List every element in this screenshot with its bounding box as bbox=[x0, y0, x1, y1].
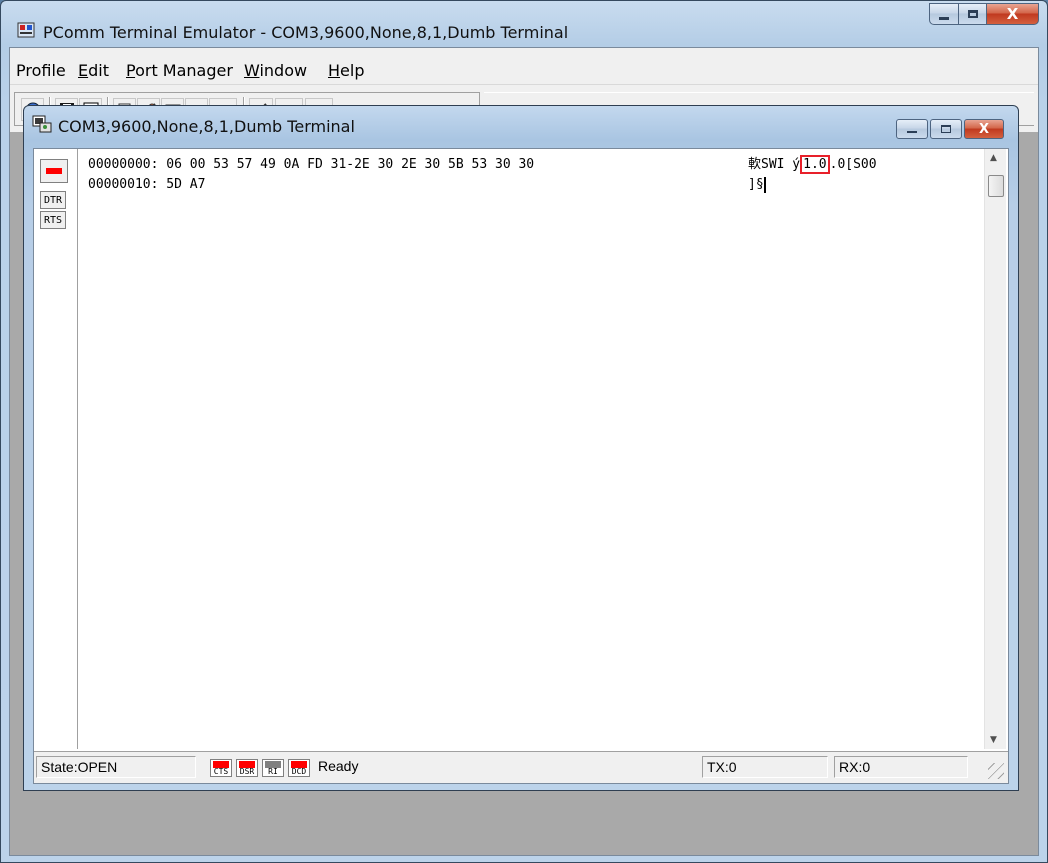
terminal-child-window: COM3,9600,None,8,1,Dumb Terminal X DTR R… bbox=[23, 105, 1019, 791]
terminal-window-icon bbox=[32, 115, 52, 133]
status-bar: State:OPEN CTS DSR RI DCD Ready TX:0 RX:… bbox=[34, 751, 1008, 783]
ascii-text: 軟SWI ý bbox=[748, 157, 801, 172]
app-title: PComm Terminal Emulator - COM3,9600,None… bbox=[43, 23, 569, 42]
minimize-icon bbox=[907, 131, 917, 133]
resize-grip-icon[interactable] bbox=[988, 763, 1004, 779]
ri-label: RI bbox=[268, 767, 278, 776]
maximize-icon bbox=[967, 10, 978, 18]
scrollbar-thumb[interactable] bbox=[988, 175, 1004, 197]
scroll-down-arrow-icon[interactable]: ▼ bbox=[990, 735, 997, 745]
dsr-indicator: DSR bbox=[236, 759, 258, 777]
dcd-indicator: DCD bbox=[288, 759, 310, 777]
close-icon: X bbox=[1006, 5, 1019, 23]
menu-edit[interactable]: Edit bbox=[78, 61, 109, 80]
minimize-icon bbox=[939, 16, 949, 20]
dcd-label: DCD bbox=[291, 767, 307, 776]
child-maximize-button[interactable] bbox=[930, 119, 962, 139]
cts-indicator: CTS bbox=[210, 759, 232, 777]
ascii-line-1: 軟SWI ý 1.0.0[S00 bbox=[748, 155, 877, 175]
child-window-controls: X bbox=[896, 119, 1004, 139]
pcomm-app-icon bbox=[17, 22, 35, 38]
menu-profile[interactable]: Profile bbox=[16, 61, 66, 80]
close-button[interactable]: X bbox=[987, 3, 1039, 25]
terminal-client: DTR RTS 00000000: 06 00 53 57 49 0A FD 3… bbox=[33, 148, 1009, 784]
menu-bar: Profile Edit Port Manager Window Help bbox=[10, 48, 1038, 85]
version-highlight: 1.0 bbox=[800, 155, 830, 174]
maximize-icon bbox=[941, 125, 951, 133]
menu-window[interactable]: Window bbox=[244, 61, 307, 80]
menu-port-manager[interactable]: Port Manager bbox=[126, 61, 233, 80]
state-panel: State:OPEN bbox=[36, 756, 196, 778]
terminal-output[interactable]: 00000000: 06 00 53 57 49 0A FD 31-2E 30 … bbox=[88, 155, 978, 747]
status-message: Ready bbox=[318, 758, 359, 774]
text-cursor bbox=[763, 176, 766, 193]
signal-sidebar: DTR RTS bbox=[34, 149, 78, 749]
hex-line-1: 00000000: 06 00 53 57 49 0A FD 31-2E 30 … bbox=[88, 157, 535, 172]
app-titlebar[interactable]: PComm Terminal Emulator - COM3,9600,None… bbox=[1, 1, 1047, 45]
app-window: PComm Terminal Emulator - COM3,9600,None… bbox=[0, 0, 1048, 863]
ascii-text: ]§ bbox=[748, 177, 764, 192]
dtr-toggle[interactable]: DTR bbox=[40, 191, 66, 209]
rx-counter: RX:0 bbox=[834, 756, 968, 778]
tx-counter: TX:0 bbox=[702, 756, 828, 778]
scroll-up-arrow-icon[interactable]: ▲ bbox=[990, 153, 997, 163]
hex-line-2: 00000010: 5D A7 bbox=[88, 177, 206, 192]
child-minimize-button[interactable] bbox=[896, 119, 928, 139]
ascii-text: .0[S00 bbox=[829, 157, 877, 172]
child-close-button[interactable]: X bbox=[964, 119, 1004, 139]
close-icon: X bbox=[978, 121, 990, 137]
maximize-button[interactable] bbox=[959, 3, 987, 25]
cts-label: CTS bbox=[213, 767, 229, 776]
ascii-line-2: ]§ bbox=[748, 175, 766, 195]
vertical-scrollbar[interactable]: ▲ ▼ bbox=[984, 149, 1006, 749]
led-icon bbox=[46, 168, 62, 174]
rts-toggle[interactable]: RTS bbox=[40, 211, 66, 229]
dsr-label: DSR bbox=[239, 767, 255, 776]
line-status-indicator bbox=[40, 159, 68, 183]
menu-help[interactable]: Help bbox=[328, 61, 364, 80]
minimize-button[interactable] bbox=[929, 3, 959, 25]
window-controls: X bbox=[929, 3, 1039, 25]
ri-indicator: RI bbox=[262, 759, 284, 777]
child-title: COM3,9600,None,8,1,Dumb Terminal bbox=[58, 117, 355, 136]
